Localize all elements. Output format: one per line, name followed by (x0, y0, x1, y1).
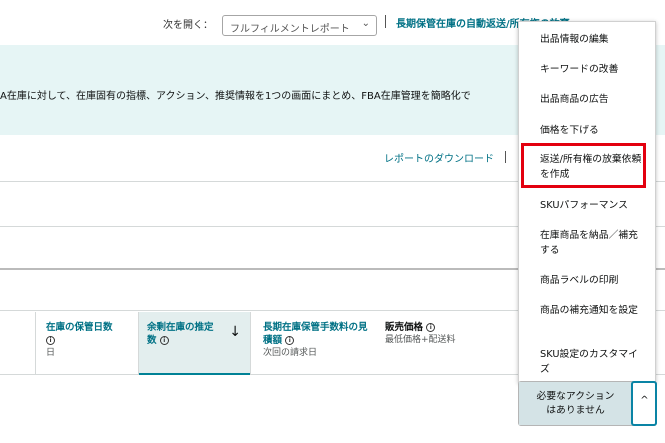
open-label: 次を開く： (163, 20, 213, 31)
menu-item-customize-sku[interactable]: SKU設定のカスタマイズ (519, 347, 657, 377)
info-icon[interactable]: i (426, 323, 436, 332)
action-label-line1: 必要なアクション (536, 391, 615, 402)
column-header-storage-days[interactable]: 在庫の保管日数 i 日 (38, 312, 138, 375)
no-action-needed-button[interactable]: 必要なアクション はありません (519, 382, 632, 425)
column-subtitle: 日 (46, 348, 56, 358)
menu-item-lower-price[interactable]: 価格を下げる (519, 123, 657, 138)
menu-item-send-replenish[interactable]: 在庫商品を納品／補充する (519, 228, 657, 258)
column-divider (250, 312, 251, 375)
report-select-value: フルフィルメントレポート (230, 24, 350, 35)
info-icon[interactable]: i (285, 336, 295, 345)
column-subtitle: 次回の請求日 (263, 348, 318, 358)
action-dropdown-menu: 出品情報の編集 キーワードの改善 出品商品の広告 価格を下げる 返送/所有権の放… (518, 21, 656, 383)
info-icon[interactable]: i (159, 336, 169, 345)
info-icon[interactable]: i (46, 336, 55, 345)
column-divider (35, 312, 36, 375)
divider (385, 15, 386, 28)
focus-ring (631, 381, 657, 426)
banner-text: A在庫に対して、在庫固有の指標、アクション、推奨情報を1つの画面にまとめ、FBA… (0, 91, 471, 102)
menu-item-improve-keywords[interactable]: キーワードの改善 (519, 62, 657, 77)
column-divider (138, 312, 139, 375)
divider (505, 151, 506, 163)
column-title: 販売価格 (385, 322, 424, 333)
column-title: 長期在庫保管手数料の見積額 (263, 322, 368, 346)
report-type-select[interactable]: フルフィルメントレポート ⌄ (222, 15, 377, 36)
column-header-price[interactable]: 販売価格 i 最低価格+配送料 (377, 312, 497, 375)
column-header-long-term-fee[interactable]: 長期在庫保管手数料の見積額 i 次回の請求日 (255, 312, 375, 375)
menu-item-sku-performance[interactable]: SKUパフォーマンス (519, 198, 657, 213)
column-title: 余剰在庫の推定数 (147, 322, 214, 346)
action-label-line2: はありません (546, 405, 605, 416)
download-report-link[interactable]: レポートのダウンロード (384, 150, 494, 165)
menu-item-edit-listing[interactable]: 出品情報の編集 (519, 32, 657, 47)
column-subtitle: 最低価格+配送料 (385, 335, 456, 345)
chevron-down-icon: ⌄ (361, 18, 370, 29)
column-title: 在庫の保管日数 (46, 322, 113, 333)
highlight-box (521, 143, 646, 188)
column-header-excess-inventory[interactable]: 余剰在庫の推定数 i ↓ (139, 312, 250, 375)
menu-item-print-labels[interactable]: 商品ラベルの印刷 (519, 273, 657, 288)
arrow-down-icon[interactable]: ↓ (229, 325, 241, 339)
menu-item-advertise[interactable]: 出品商品の広告 (519, 92, 657, 107)
menu-item-restock-alert[interactable]: 商品の補充通知を設定 (519, 303, 657, 318)
